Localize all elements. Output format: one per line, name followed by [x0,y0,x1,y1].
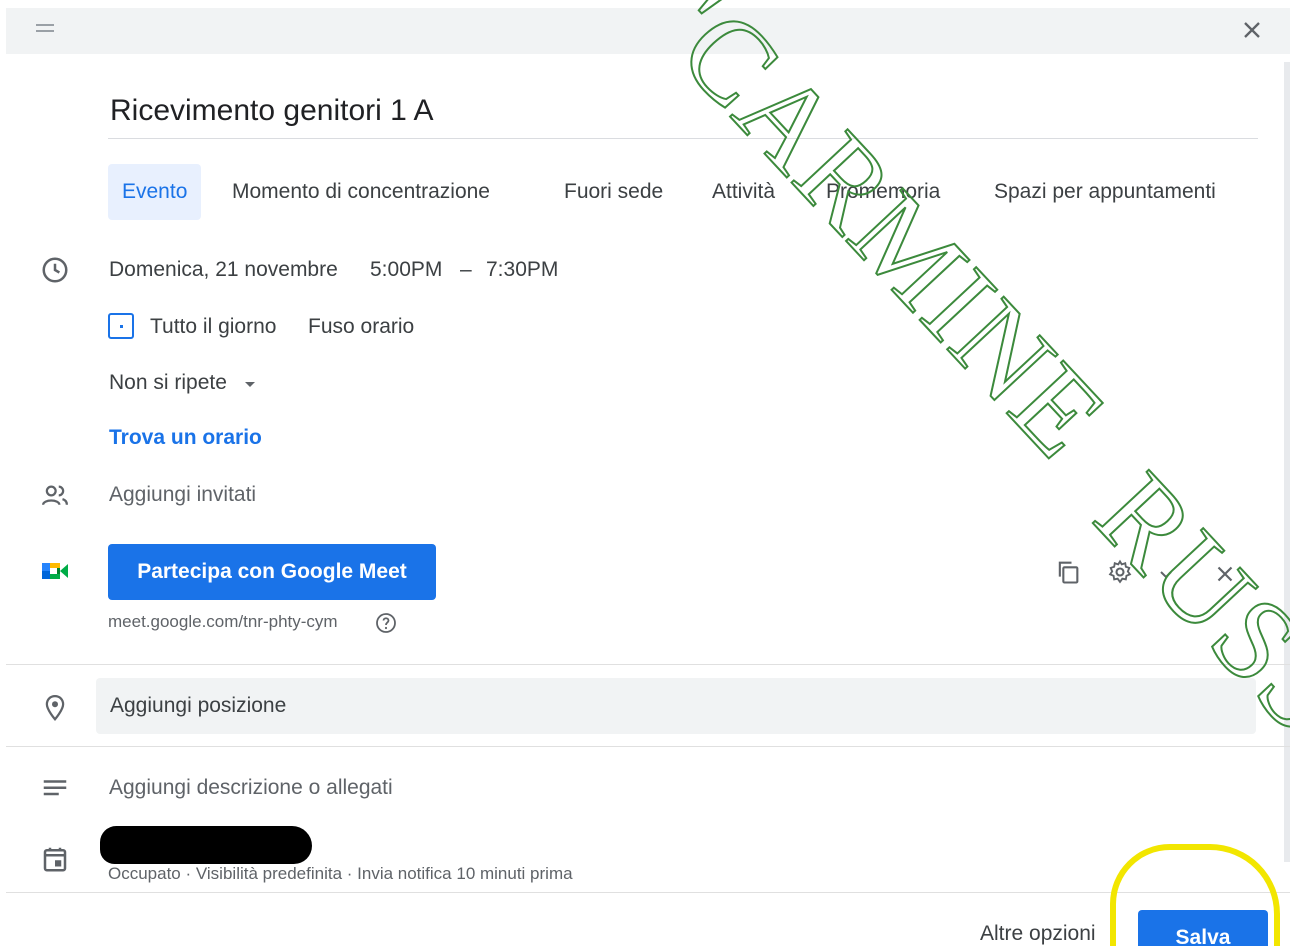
all-day-label[interactable]: Tutto il giorno [150,315,276,339]
meet-url[interactable]: meet.google.com/tnr-phty-cym [108,612,338,632]
divider [6,892,1290,893]
join-google-meet-button[interactable]: Partecipa con Google Meet [108,544,436,600]
location-pin-icon [45,694,65,721]
location-placeholder: Aggiungi posizione [110,694,287,717]
all-day-checkbox[interactable] [108,313,134,339]
add-description-input[interactable]: Aggiungi descrizione o allegati [109,776,393,800]
tab-fuori-sede[interactable]: Fuori sede [564,164,663,220]
event-title-input[interactable]: Ricevimento genitori 1 A [108,88,1258,139]
more-options-button[interactable]: Altre opzioni [980,922,1096,946]
tab-spazi-per-appuntamenti[interactable]: Spazi per appuntamenti [994,164,1216,220]
add-location-input[interactable]: Aggiungi posizione [96,678,1256,734]
add-guests-input[interactable]: Aggiungi invitati [109,483,256,507]
tab-promemoria[interactable]: Promemoria [826,164,940,220]
highlight-circle [1110,844,1280,946]
google-meet-icon [42,563,68,579]
description-icon [43,780,67,796]
clock-icon [42,257,68,283]
event-date[interactable]: Domenica, 21 novembre [109,258,338,282]
event-start-time[interactable]: 5:00PM [370,258,442,282]
tab-attivita[interactable]: Attività [712,164,775,220]
calendar-icon [43,847,67,872]
time-separator: – [460,258,472,281]
repeat-label: Non si ripete [109,371,227,394]
event-dialog: Ricevimento genitori 1 A Evento Momento … [6,8,1290,946]
chevron-down-icon[interactable] [1156,564,1176,584]
scrollbar[interactable] [1284,62,1290,862]
tab-momento-di-concentrazione[interactable]: Momento di concentrazione [232,164,490,220]
dialog-header [6,8,1290,54]
divider [6,664,1290,665]
find-time-link[interactable]: Trova un orario [109,426,262,450]
help-icon[interactable] [374,611,398,635]
drag-handle-icon[interactable] [36,20,58,40]
event-title-text: Ricevimento genitori 1 A [110,94,434,127]
close-icon[interactable] [1238,16,1266,44]
people-icon [42,485,68,506]
redacted-calendar-name[interactable] [100,826,312,864]
dropdown-arrow-icon [245,382,255,387]
divider [6,746,1290,747]
calendar-details[interactable]: Occupato · Visibilità predefinita · Invi… [108,864,573,884]
event-end-time[interactable]: 7:30PM [486,258,558,282]
timezone-link[interactable]: Fuso orario [308,315,414,339]
copy-icon[interactable] [1054,558,1082,586]
remove-meet-close-icon[interactable] [1212,561,1238,587]
tab-evento[interactable]: Evento [108,164,202,220]
gear-icon[interactable] [1106,558,1134,586]
